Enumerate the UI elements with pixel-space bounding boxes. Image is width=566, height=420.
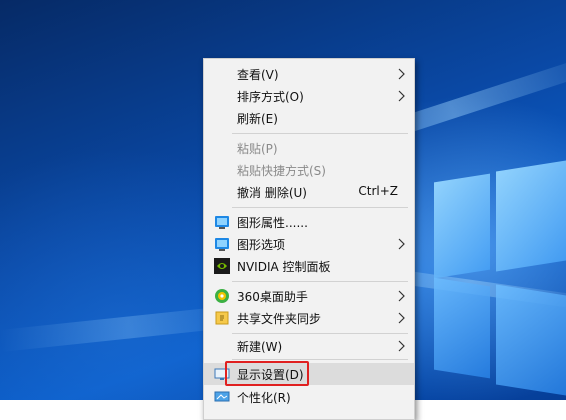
chevron-right-icon: [398, 312, 405, 324]
menu-item-paste[interactable]: 粘贴(P): [204, 137, 414, 159]
menu-item-nvidia-control-panel[interactable]: NVIDIA 控制面板: [204, 255, 414, 277]
chevron-right-icon: [398, 238, 405, 250]
menu-item-sort-by[interactable]: 排序方式(O): [204, 85, 414, 107]
personalize-icon: [214, 391, 230, 402]
windows-logo-pane: [434, 173, 490, 279]
chevron-right-icon: [398, 68, 405, 80]
chevron-right-icon: [398, 290, 405, 302]
menu-item-label: 图形选项: [237, 238, 286, 252]
menu-item-label: 图形属性......: [237, 216, 308, 230]
menu-separator: [232, 281, 408, 282]
menu-item-graphics-properties[interactable]: 图形属性......: [204, 211, 414, 233]
highlight-box: [225, 361, 309, 386]
menu-item-new[interactable]: 新建(W): [204, 335, 414, 357]
windows-logo-pane: [434, 277, 490, 379]
menu-separator: [232, 333, 408, 334]
menu-item-label: 排序方式(O): [237, 90, 304, 104]
menu-item-paste-shortcut[interactable]: 粘贴快捷方式(S): [204, 159, 414, 181]
menu-separator: [232, 359, 408, 360]
menu-item-label: 新建(W): [237, 340, 283, 354]
menu-item-display-settings[interactable]: 显示设置(D): [204, 361, 414, 386]
windows-logo-pane: [496, 284, 566, 396]
menu-item-label: 粘贴(P): [237, 142, 278, 156]
menu-item-shared-folder-sync[interactable]: 共享文件夹同步: [204, 307, 414, 329]
chevron-right-icon: [398, 90, 405, 102]
menu-item-graphics-options[interactable]: 图形选项: [204, 233, 414, 255]
menu-item-label: 个性化(R): [237, 391, 291, 405]
menu-separator: [232, 133, 408, 134]
graphics-options-icon: [215, 238, 229, 251]
menu-item-label: NVIDIA 控制面板: [237, 260, 331, 274]
folder-sync-icon: [215, 311, 229, 325]
menu-item-label: 刷新(E): [237, 112, 278, 126]
desktop-context-menu: 查看(V) 排序方式(O) 刷新(E) 粘贴(P) 粘贴快捷方式(S) 撤消 删…: [203, 58, 415, 420]
menu-item-undo-delete[interactable]: 撤消 删除(U) Ctrl+Z: [204, 181, 414, 203]
360-desktop-icon: [215, 289, 229, 303]
menu-item-view[interactable]: 查看(V): [204, 63, 414, 85]
menu-item-label: 共享文件夹同步: [237, 312, 322, 326]
menu-item-label: 查看(V): [237, 68, 279, 82]
nvidia-icon: [214, 258, 230, 274]
menu-item-refresh[interactable]: 刷新(E): [204, 107, 414, 129]
menu-item-shortcut: Ctrl+Z: [358, 184, 398, 198]
menu-item-label: 撤消 删除(U): [237, 186, 307, 200]
menu-item-personalize[interactable]: 个性化(R): [204, 386, 414, 408]
menu-item-label: 360桌面助手: [237, 290, 308, 304]
menu-separator: [232, 207, 408, 208]
windows-logo-pane: [496, 160, 566, 272]
menu-item-label: 粘贴快捷方式(S): [237, 164, 326, 178]
graphics-properties-icon: [215, 216, 229, 229]
chevron-right-icon: [398, 340, 405, 352]
menu-item-360-desktop-assistant[interactable]: 360桌面助手: [204, 285, 414, 307]
